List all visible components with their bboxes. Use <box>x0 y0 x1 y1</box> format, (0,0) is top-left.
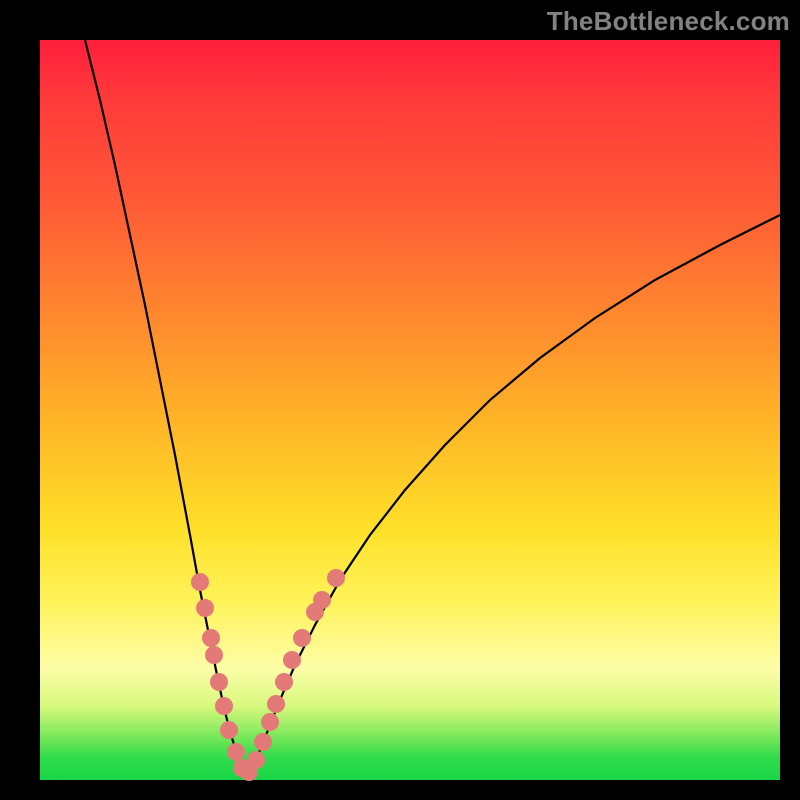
watermark-text: TheBottleneck.com <box>547 6 790 37</box>
chart-frame: TheBottleneck.com <box>0 0 800 800</box>
marker-point <box>267 695 285 713</box>
marker-point <box>283 651 301 669</box>
marker-point <box>275 673 293 691</box>
marker-point <box>261 713 279 731</box>
marker-point <box>247 751 265 769</box>
curve-right-branch <box>250 215 780 775</box>
marker-point <box>210 673 228 691</box>
marker-point <box>327 569 345 587</box>
marker-point <box>215 697 233 715</box>
marker-point <box>220 721 238 739</box>
marker-point <box>202 629 220 647</box>
marker-point <box>196 599 214 617</box>
plot-area <box>40 40 780 780</box>
marker-group <box>191 569 345 781</box>
curve-left-branch <box>85 40 244 775</box>
chart-svg <box>40 40 780 780</box>
marker-point <box>227 743 245 761</box>
marker-point <box>191 573 209 591</box>
marker-point <box>313 591 331 609</box>
marker-point <box>293 629 311 647</box>
marker-point <box>205 646 223 664</box>
marker-point <box>254 733 272 751</box>
